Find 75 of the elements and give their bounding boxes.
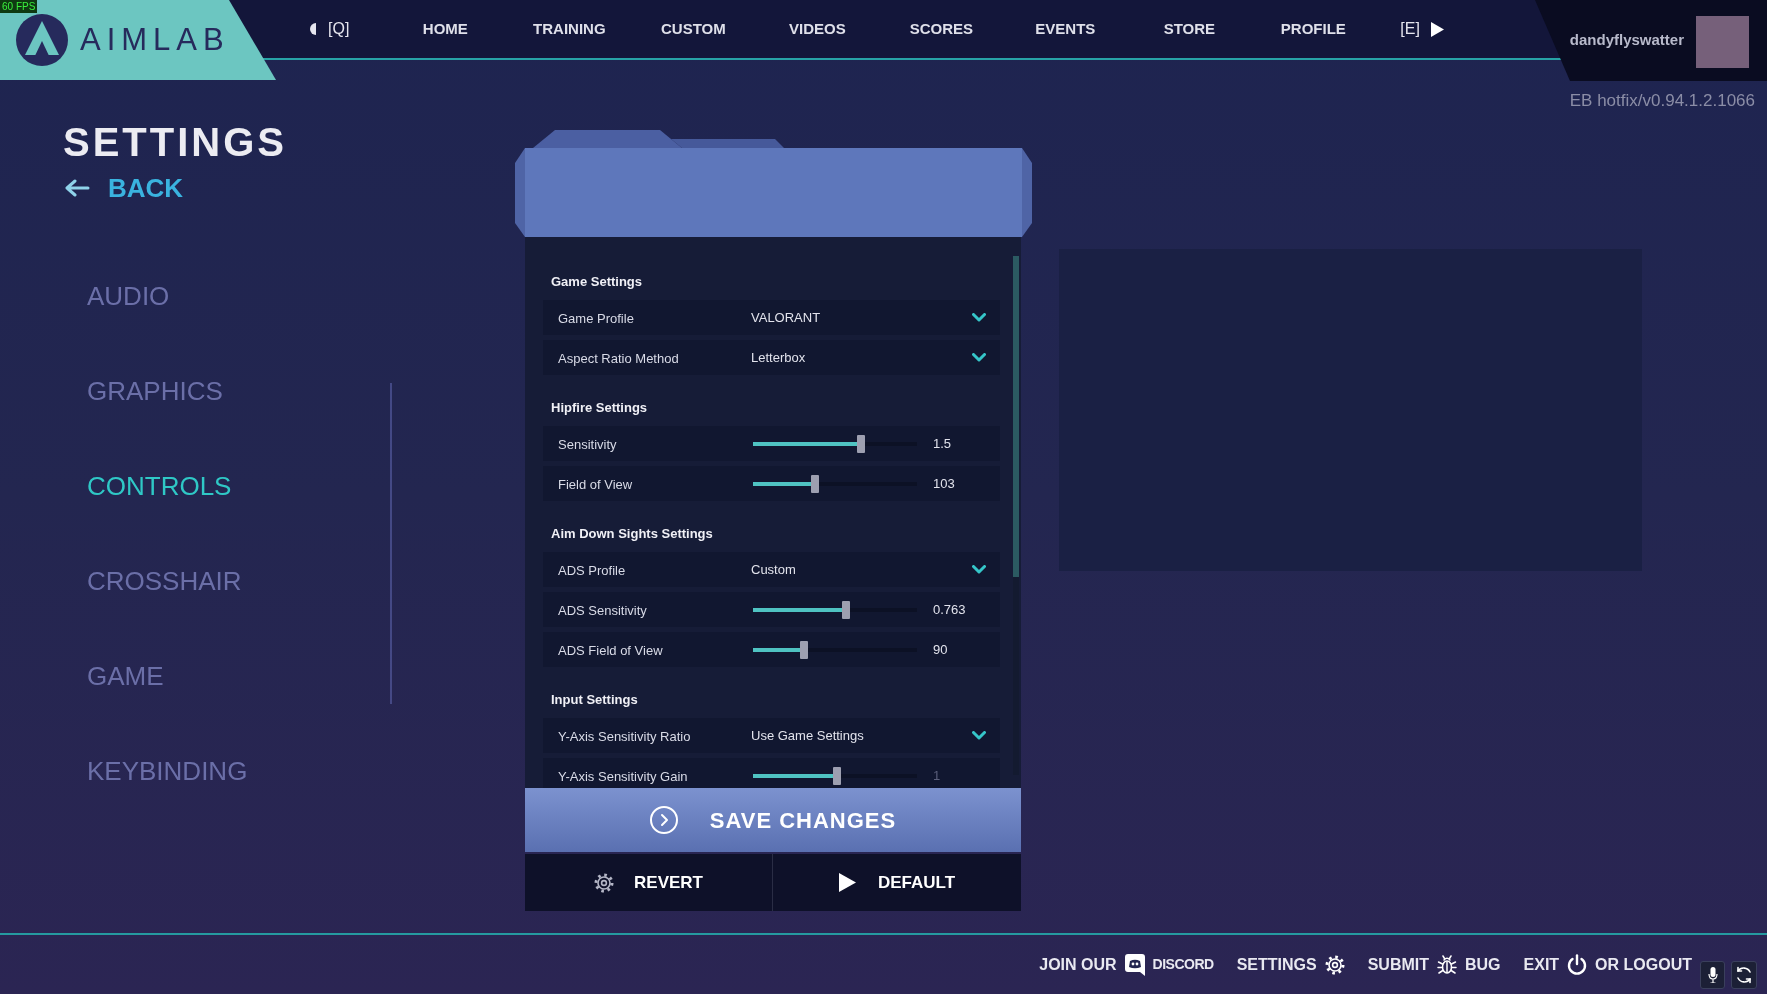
chevron-down-icon [972, 565, 986, 574]
gear-icon [594, 872, 614, 893]
nav-tab[interactable]: TRAINING [507, 17, 632, 41]
discord-icon [1124, 953, 1145, 976]
slider-thumb[interactable] [799, 640, 808, 659]
nav-tab[interactable]: CUSTOM [631, 17, 756, 41]
section-heading: Aim Down Sights Settings [551, 525, 713, 543]
setting-label: Y-Axis Sensitivity Ratio [558, 728, 691, 744]
settings-link[interactable]: SETTINGS [1236, 952, 1345, 977]
slider-value: 1.5 [933, 434, 952, 453]
microphone-icon [1707, 967, 1718, 983]
setting-label: ADS Profile [558, 562, 626, 578]
sidebar-item[interactable]: CONTROLS [87, 471, 232, 501]
report-bug-link[interactable]: SUBMIT BUG [1367, 952, 1501, 977]
nav-tab[interactable]: VIDEOS [755, 17, 880, 41]
play-icon [838, 873, 856, 892]
slider-thumb[interactable] [842, 600, 851, 619]
setting-label: Sensitivity [558, 436, 617, 452]
play-icon [1430, 21, 1444, 37]
nav-tab[interactable]: PROFILE [1251, 17, 1376, 41]
slider-track[interactable] [753, 766, 917, 785]
logo-text: AIMLAB [80, 22, 230, 58]
exit-link[interactable]: EXIT OR LOGOUT [1523, 952, 1692, 977]
nav-tab[interactable]: SCORES [879, 17, 1004, 41]
microphone-button[interactable] [1700, 961, 1725, 989]
scrollbar-thumb[interactable] [1013, 256, 1019, 577]
save-changes-button[interactable]: SAVE CHANGES [525, 788, 1021, 852]
slider-track[interactable] [753, 600, 917, 619]
avatar-photo [1696, 16, 1749, 68]
refresh-icon [1735, 966, 1753, 984]
power-icon [1567, 954, 1588, 975]
refresh-button[interactable] [1731, 961, 1757, 989]
nav-tab[interactable]: EVENTS [1003, 17, 1128, 41]
section-heading: Input Settings [551, 691, 638, 709]
dropdown[interactable]: Custom [751, 552, 1000, 587]
logo-icon [16, 14, 68, 66]
setting-label: Game Profile [558, 310, 634, 326]
version-label: EB hotfix/v0.94.1.2.1066 [1569, 91, 1755, 111]
dropdown[interactable]: Letterbox [751, 340, 1000, 375]
chevron-down-icon [972, 313, 986, 322]
slider-track[interactable] [753, 434, 917, 453]
slider-track[interactable] [753, 640, 917, 659]
section-heading: Game Settings [551, 273, 643, 291]
slider-thumb[interactable] [857, 434, 866, 453]
next-tab-button[interactable]: [E] [1400, 17, 1444, 41]
chevron-right-circle-icon [649, 806, 678, 834]
slider-track[interactable] [753, 474, 917, 493]
bug-icon [1437, 954, 1457, 975]
slider-thumb[interactable] [811, 474, 820, 493]
slider-value: 0.763 [933, 600, 966, 619]
gear-icon [1324, 954, 1345, 975]
section-heading: Hipfire Settings [551, 399, 648, 417]
chevron-down-icon [972, 731, 986, 740]
slider-value: 90 [933, 640, 948, 659]
setting-label: Field of View [558, 476, 633, 492]
page-title: SETTINGS [63, 122, 288, 162]
dropdown[interactable]: VALORANT [751, 300, 1000, 335]
chevron-down-icon [972, 353, 986, 362]
setting-label: ADS Field of View [558, 642, 663, 658]
fps-counter: 60 FPS [0, 0, 38, 13]
revert-button[interactable]: REVERT [525, 854, 772, 911]
dropdown[interactable]: Use Game Settings [751, 718, 1000, 753]
previous-tab-button[interactable]: [Q] [310, 17, 350, 41]
default-button[interactable]: DEFAULT [773, 854, 1021, 911]
nav-tab[interactable]: HOME [383, 17, 508, 41]
username: dandyflyswatter [1569, 30, 1684, 51]
slider-value: 103 [933, 474, 955, 493]
setting-label: Aspect Ratio Method [558, 350, 679, 366]
back-link[interactable]: BACK [63, 173, 184, 203]
setting-label: ADS Sensitivity [558, 602, 647, 618]
setting-label: Y-Axis Sensitivity Gain [558, 768, 688, 784]
arrow-left-icon [65, 179, 90, 197]
nav-tab[interactable]: STORE [1127, 17, 1252, 41]
slider-value: 1 [933, 766, 941, 785]
discord-link[interactable]: JOIN OUR DISCORD [1039, 952, 1214, 977]
